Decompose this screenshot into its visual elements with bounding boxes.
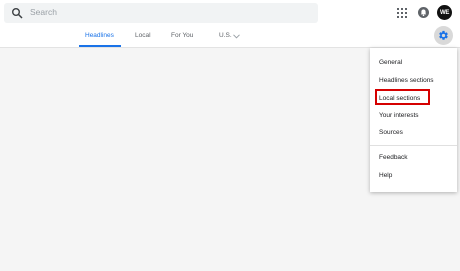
search-icon[interactable] xyxy=(11,7,23,19)
search-bar[interactable]: Search xyxy=(4,3,318,23)
menu-divider xyxy=(370,145,457,146)
gear-icon xyxy=(439,30,448,40)
menu-item-headlines-sections[interactable]: Headlines sections xyxy=(379,77,434,84)
menu-item-your-interests[interactable]: Your interests xyxy=(379,112,419,119)
notifications-icon[interactable] xyxy=(418,7,429,18)
search-input[interactable]: Search xyxy=(30,7,57,17)
active-tab-indicator xyxy=(79,45,121,47)
section-tabs: Headlines Local For You U.S. xyxy=(0,24,360,48)
top-bar: Search WE Headlines Local For You U.S. xyxy=(0,0,460,48)
menu-item-sources[interactable]: Sources xyxy=(379,129,403,136)
avatar-initials: WE xyxy=(439,9,450,16)
settings-button[interactable] xyxy=(434,26,453,45)
menu-item-general[interactable]: General xyxy=(379,59,402,66)
avatar[interactable]: WE xyxy=(437,5,452,20)
tab-us[interactable]: U.S. xyxy=(219,32,232,39)
tab-local[interactable]: Local xyxy=(135,32,151,39)
tab-headlines[interactable]: Headlines xyxy=(85,32,114,39)
tab-for-you[interactable]: For You xyxy=(171,32,193,39)
highlight-box xyxy=(375,89,430,105)
apps-grid-icon[interactable] xyxy=(397,8,407,18)
settings-menu: General Headlines sections Local section… xyxy=(370,48,457,192)
menu-item-feedback[interactable]: Feedback xyxy=(379,154,408,161)
chevron-down-icon[interactable] xyxy=(233,34,240,39)
menu-item-help[interactable]: Help xyxy=(379,172,392,179)
